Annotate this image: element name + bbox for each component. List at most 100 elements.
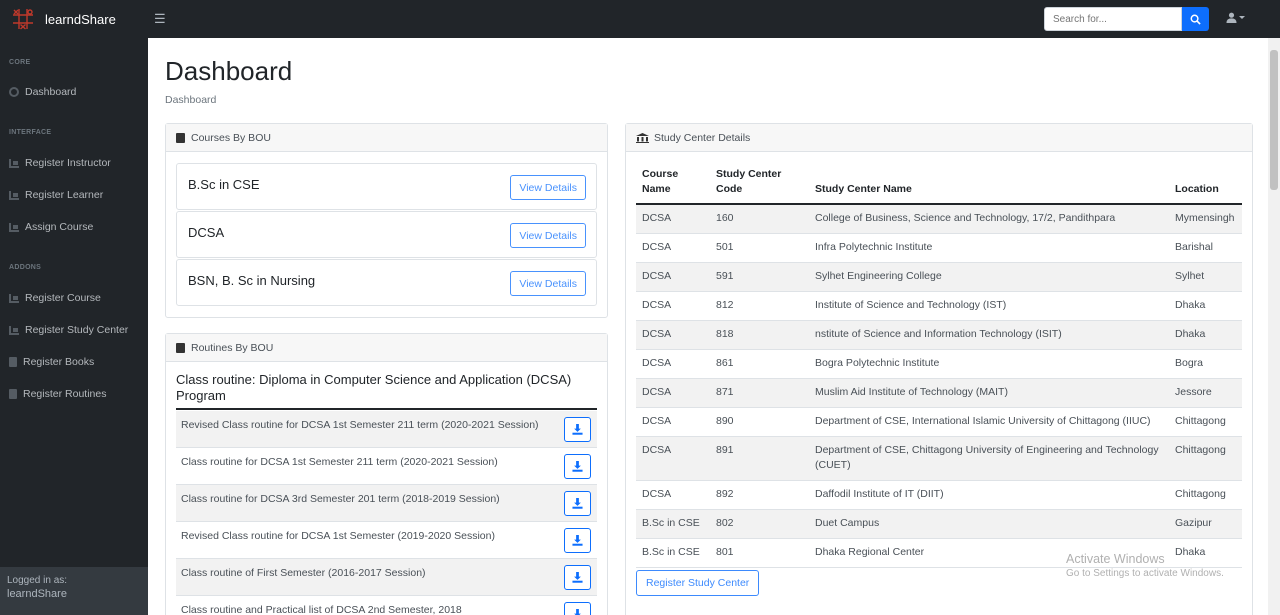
sidebar-item-register-course[interactable]: Register Course (9, 292, 101, 304)
cell-course: DCSA (636, 378, 710, 408)
cell-code: 861 (710, 349, 809, 379)
courses-card-header: Courses By BOU (166, 124, 607, 152)
sidebar-item-label: Register Routines (23, 388, 107, 400)
download-button[interactable] (564, 602, 591, 615)
chevron-down-icon (1239, 16, 1245, 19)
logged-in-label: Logged in as: (7, 575, 68, 586)
column-header[interactable]: Location (1169, 162, 1242, 205)
activation-watermark: Activate Windows Go to Settings to activ… (1066, 552, 1224, 579)
page-scrollbar[interactable] (1268, 38, 1280, 615)
book-icon (9, 357, 17, 367)
download-icon (572, 535, 583, 546)
table-row: DCSA 591 Sylhet Engineering College Sylh… (636, 262, 1242, 292)
column-header[interactable]: Course Name (636, 162, 710, 205)
download-button[interactable] (564, 491, 591, 516)
routine-program-title: Class routine: Diploma in Computer Scien… (176, 372, 597, 410)
download-icon (572, 461, 583, 472)
course-item: DCSA View Details (176, 211, 597, 258)
search-button[interactable] (1182, 7, 1209, 31)
column-header[interactable]: Study Center Name (809, 162, 1169, 205)
view-details-button[interactable]: View Details (510, 175, 586, 200)
sidebar-item-register-learner[interactable]: Register Learner (9, 189, 103, 201)
column-header[interactable]: Study Center Code (710, 162, 809, 205)
course-item: BSN, B. Sc in Nursing View Details (176, 259, 597, 306)
cell-code: 591 (710, 262, 809, 292)
cell-course: DCSA (636, 291, 710, 321)
download-button[interactable] (564, 528, 591, 553)
table-row: DCSA 818 nstitute of Science and Informa… (636, 320, 1242, 350)
chart-area-icon (9, 293, 19, 303)
cell-center-name: Department of CSE, Chittagong University… (809, 436, 1169, 481)
cell-location: Barishal (1169, 233, 1242, 263)
sidebar-item-label: Register Course (25, 292, 101, 304)
course-name: B.Sc in CSE (188, 177, 260, 192)
cell-code: 812 (710, 291, 809, 321)
cell-code: 890 (710, 407, 809, 437)
chart-area-icon (9, 158, 19, 168)
cell-location: Sylhet (1169, 262, 1242, 292)
routines-card: Routines By BOU Class routine: Diploma i… (165, 333, 608, 615)
cell-center-name: College of Business, Science and Technol… (809, 204, 1169, 234)
download-button[interactable] (564, 565, 591, 590)
cell-location: Dhaka (1169, 320, 1242, 350)
book-icon (9, 389, 17, 399)
view-details-button[interactable]: View Details (510, 223, 586, 248)
scrollbar-thumb[interactable] (1270, 50, 1278, 190)
cell-center-name: Bogra Polytechnic Institute (809, 349, 1169, 379)
table-row: DCSA 501 Infra Polytechnic Institute Bar… (636, 233, 1242, 263)
cell-center-name: Duet Campus (809, 509, 1169, 539)
study-center-card-title: Study Center Details (654, 131, 751, 144)
study-center-card: Study Center Details Course Name Study C… (625, 123, 1253, 615)
breadcrumb: Dashboard (165, 94, 217, 106)
cell-location: Chittagong (1169, 436, 1242, 481)
sidebar-heading-core: CORE (9, 59, 31, 66)
book-icon (176, 132, 185, 143)
sidebar-item-label: Register Learner (25, 189, 104, 201)
cell-course: B.Sc in CSE (636, 509, 710, 539)
table-row: DCSA 891 Department of CSE, Chittagong U… (636, 436, 1242, 481)
sidebar-item-assign-course[interactable]: Assign Course (9, 221, 93, 233)
table-row: DCSA 892 Daffodil Institute of IT (DIIT)… (636, 480, 1242, 510)
chart-area-icon (9, 325, 19, 335)
cell-location: Jessore (1169, 378, 1242, 408)
routine-row: Class routine of First Semester (2016-20… (176, 559, 597, 596)
user-dropdown[interactable] (1226, 12, 1245, 23)
table-row: B.Sc in CSE 802 Duet Campus Gazipur (636, 509, 1242, 539)
courses-card-title: Courses By BOU (191, 131, 271, 144)
cell-location: Dhaka (1169, 291, 1242, 321)
sidebar-item-label: Dashboard (25, 86, 77, 98)
search-form (1044, 7, 1209, 31)
routine-name: Class routine of First Semester (2016-20… (181, 567, 426, 579)
register-study-center-button[interactable]: Register Study Center (636, 570, 760, 596)
logged-in-username: learndShare (7, 588, 67, 600)
routine-name: Class routine for DCSA 3rd Semester 201 … (181, 493, 500, 505)
study-center-table: Course Name Study Center Code Study Cent… (636, 162, 1242, 568)
routine-name: Revised Class routine for DCSA 1st Semes… (181, 419, 539, 431)
sidebar-item-label: Register Books (23, 356, 95, 368)
table-row: DCSA 861 Bogra Polytechnic Institute Bog… (636, 349, 1242, 379)
sidebar-item-register-instructor[interactable]: Register Instructor (9, 157, 111, 169)
bars-icon[interactable]: ☰ (154, 11, 166, 27)
cell-course: DCSA (636, 233, 710, 263)
download-button[interactable] (564, 417, 591, 442)
sidebar-item-dashboard[interactable]: Dashboard (9, 86, 76, 98)
user-icon (1226, 12, 1237, 23)
sidebar-item-register-study-center[interactable]: Register Study Center (9, 324, 128, 336)
routines-card-title: Routines By BOU (191, 341, 274, 354)
download-icon (574, 609, 581, 615)
search-input[interactable] (1044, 7, 1182, 31)
download-button[interactable] (564, 454, 591, 479)
chart-area-icon (9, 222, 19, 232)
sidebar-item-register-books[interactable]: Register Books (9, 356, 94, 368)
search-icon (1190, 14, 1201, 25)
calendar-icon (176, 342, 185, 353)
sidebar-item-label: Register Instructor (25, 157, 111, 169)
cell-course: B.Sc in CSE (636, 538, 710, 568)
sidebar-item-register-routines[interactable]: Register Routines (9, 388, 106, 400)
brand[interactable]: learndShare (0, 0, 148, 38)
view-details-button[interactable]: View Details (510, 271, 586, 296)
routine-row: Class routine for DCSA 3rd Semester 201 … (176, 485, 597, 522)
cell-center-name: Infra Polytechnic Institute (809, 233, 1169, 263)
cell-code: 501 (710, 233, 809, 263)
cell-center-name: Sylhet Engineering College (809, 262, 1169, 292)
